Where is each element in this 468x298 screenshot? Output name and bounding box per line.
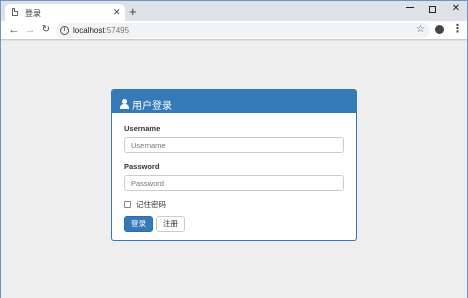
minimize-button[interactable] — [399, 3, 421, 17]
button-row: 登录 注册 — [124, 216, 344, 232]
address-bar[interactable]: i localhost:57495 ☆ — [56, 23, 430, 38]
page-viewport: 用户登录 Username Password 记住密码 登录 注册 — [1, 41, 467, 298]
username-label: Username — [124, 124, 161, 133]
remember-label[interactable]: 记住密码 — [136, 199, 166, 210]
url-text[interactable]: localhost:57495 — [73, 26, 129, 35]
close-window-button[interactable]: ✕ — [445, 3, 467, 17]
username-input[interactable] — [124, 137, 344, 153]
reload-button[interactable]: ↻ — [39, 23, 53, 37]
menu-icon[interactable]: ⋮ — [452, 22, 463, 36]
login-panel: 用户登录 Username Password 记住密码 登录 注册 — [111, 89, 357, 241]
minimize-icon — [406, 7, 414, 8]
tab-title: 登录 — [25, 9, 41, 18]
profile-icon[interactable] — [435, 25, 444, 34]
document-icon — [12, 8, 18, 16]
login-form: Username Password 记住密码 登录 注册 — [112, 113, 356, 232]
panel-heading: 用户登录 — [112, 90, 356, 113]
tab-login[interactable]: 登录 ✕ — [5, 4, 125, 21]
login-button[interactable]: 登录 — [124, 216, 153, 232]
info-icon[interactable]: i — [60, 26, 69, 35]
forward-button[interactable]: → — [23, 23, 37, 37]
url-host: localhost — [73, 26, 105, 35]
bookmark-star-icon[interactable]: ☆ — [416, 24, 425, 35]
panel-title: 用户登录 — [132, 100, 172, 112]
back-button[interactable]: ← — [7, 23, 21, 37]
url-port: :57495 — [104, 26, 130, 35]
maximize-icon — [428, 6, 436, 13]
tab-strip: 登录 ✕ + ✕ — [1, 1, 467, 21]
password-input[interactable] — [124, 175, 344, 191]
remember-row: 记住密码 — [124, 199, 344, 210]
browser-window: 登录 ✕ + ✕ ← → ↻ i localhost:57495 ☆ ⋮ 用户登… — [0, 0, 468, 298]
maximize-button[interactable] — [421, 3, 443, 17]
new-tab-button[interactable]: + — [129, 5, 137, 18]
browser-toolbar: ← → ↻ i localhost:57495 ☆ ⋮ — [1, 21, 467, 40]
user-icon — [120, 99, 129, 109]
register-button[interactable]: 注册 — [156, 216, 185, 232]
password-label: Password — [124, 162, 160, 171]
tab-close-button[interactable]: ✕ — [113, 7, 121, 17]
remember-checkbox[interactable] — [124, 201, 131, 208]
